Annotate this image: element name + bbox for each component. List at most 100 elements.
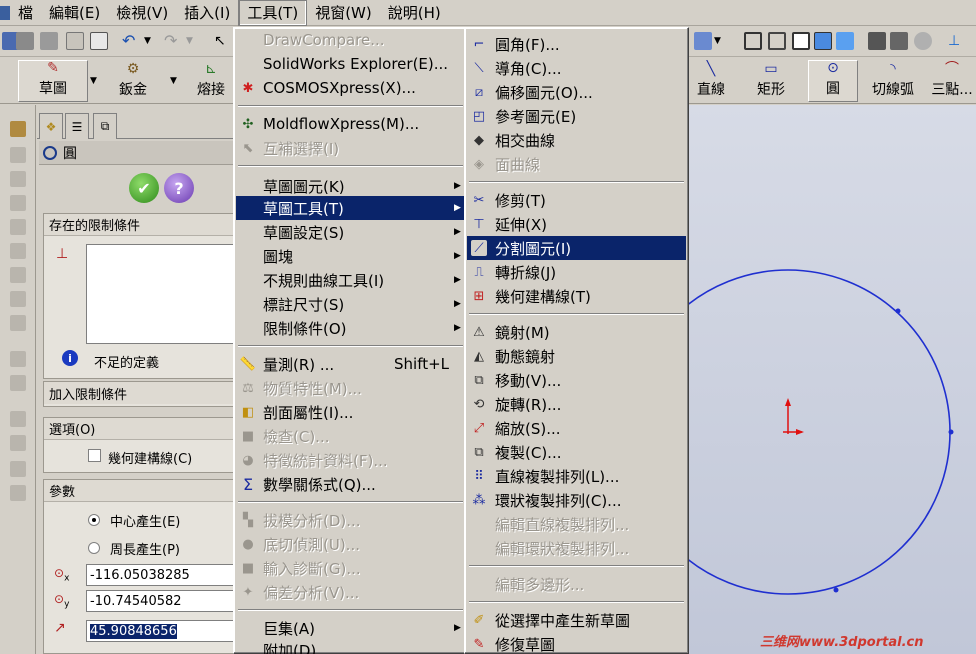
- menu-item-rotate[interactable]: ⟲ 旋轉(R)...: [467, 392, 686, 416]
- menu-tools[interactable]: 工具(T): [238, 0, 308, 26]
- wireframe-icon[interactable]: [744, 32, 762, 50]
- menu-item-add-ins[interactable]: 附加(D)...: [236, 640, 465, 654]
- chevron-down-icon[interactable]: ▼: [170, 76, 177, 86]
- menu-item-fillet[interactable]: ⌐ 圓角(F)...: [467, 32, 686, 56]
- cut-extrude-icon[interactable]: [10, 219, 26, 235]
- menu-item-chamfer[interactable]: ⟍ 導角(C)...: [467, 56, 686, 80]
- options-header[interactable]: 選項(O): [44, 418, 239, 440]
- sketch-canvas[interactable]: [625, 105, 976, 654]
- menu-item-edit-polygon[interactable]: 編輯多邊形...: [467, 572, 686, 596]
- menu-window[interactable]: 視窗(W): [307, 0, 380, 25]
- realview-icon[interactable]: [914, 32, 932, 50]
- tangent-arc-button[interactable]: ◝ 切線弧: [866, 60, 920, 102]
- center-x-field[interactable]: -116.05038285: [86, 564, 241, 586]
- menu-item-mass-properties[interactable]: ⚖ 物質特性(M)...: [236, 376, 465, 400]
- menu-item-linear-pattern[interactable]: ⠿ 直線複製排列(L)...: [467, 464, 686, 488]
- menu-item-intersection-curve[interactable]: ◆ 相交曲線: [467, 128, 686, 152]
- menu-item-extend[interactable]: ⊤ 延伸(X): [467, 212, 686, 236]
- menu-item-import-diagnostics[interactable]: ■ 輸入診斷(G)...: [236, 556, 465, 580]
- revolve-icon[interactable]: [10, 147, 26, 163]
- menu-item-construction-geometry[interactable]: ⊞ 幾何建構線(T): [467, 284, 686, 308]
- fillet-icon[interactable]: [10, 243, 26, 259]
- menu-item-trim[interactable]: ✂ 修剪(T): [467, 188, 686, 212]
- menu-item-face-curves[interactable]: ◈ 面曲線: [467, 152, 686, 176]
- loft-icon[interactable]: [10, 195, 26, 211]
- plane-icon[interactable]: [10, 461, 26, 477]
- shaded-edges-icon[interactable]: [814, 32, 832, 50]
- sketch-point[interactable]: [833, 587, 839, 593]
- hidden-lines-visible-icon[interactable]: [768, 32, 786, 50]
- graphics-area[interactable]: [625, 105, 976, 654]
- view-orientation-icon[interactable]: [694, 32, 712, 50]
- shadows-icon[interactable]: [868, 32, 886, 50]
- parameters-header[interactable]: 參數: [44, 480, 239, 502]
- menu-item-section-properties[interactable]: ◧ 剖面屬性(I)...: [236, 400, 465, 424]
- cut-icon[interactable]: [66, 32, 84, 50]
- menu-item-drawcompare[interactable]: DrawCompare...: [236, 28, 465, 52]
- perimeter-creation-radio[interactable]: [88, 542, 100, 554]
- menu-item-sketch-entities[interactable]: 草圖圖元(K) ▶: [236, 174, 465, 198]
- menu-item-scale[interactable]: ⤢ 縮放(S)...: [467, 416, 686, 440]
- radius-field[interactable]: 45.90848656: [86, 620, 241, 642]
- menu-item-measure[interactable]: 📏 量測(R) ... Shift+L: [236, 352, 465, 376]
- sketch-button[interactable]: ✎ 草圖: [18, 60, 88, 102]
- axis-icon[interactable]: [10, 485, 26, 501]
- menu-item-circular-pattern[interactable]: ⁂ 環狀複製排列(C)...: [467, 488, 686, 512]
- menu-insert[interactable]: 插入(I): [176, 0, 238, 25]
- menu-item-solidworks-explorer[interactable]: SolidWorks Explorer(E)...: [236, 52, 465, 76]
- feature-tree-tab[interactable]: ❖: [39, 113, 63, 139]
- construction-checkbox[interactable]: [88, 449, 101, 462]
- menu-item-convert-entities[interactable]: ◰ 參考圖元(E): [467, 104, 686, 128]
- line-button[interactable]: ╲ 直線: [688, 60, 734, 102]
- chamfer-icon[interactable]: [10, 267, 26, 283]
- select-icon[interactable]: ↖: [214, 32, 232, 50]
- print-icon[interactable]: [16, 32, 34, 50]
- relations-list[interactable]: [86, 244, 241, 344]
- dome-icon[interactable]: [10, 375, 26, 391]
- add-relations-header[interactable]: 加入限制條件: [44, 382, 239, 404]
- shell-icon[interactable]: [10, 291, 26, 307]
- menu-item-cosmosxpress[interactable]: ✱ COSMOSXpress(X)...: [236, 76, 465, 100]
- weldment-button[interactable]: ⊾ 熔接: [186, 60, 236, 102]
- menu-help[interactable]: 說明(H): [380, 0, 449, 25]
- menu-item-mirror[interactable]: ⚠ 鏡射(M): [467, 320, 686, 344]
- menu-item-jog-line[interactable]: ⎍ 轉折線(J): [467, 260, 686, 284]
- menu-file[interactable]: 檔: [16, 0, 41, 25]
- chevron-down-icon[interactable]: ▼: [186, 32, 204, 50]
- rectangle-button[interactable]: ▭ 矩形: [746, 60, 796, 102]
- chevron-down-icon[interactable]: ▼: [144, 32, 162, 50]
- undo-icon[interactable]: ↶: [122, 32, 140, 50]
- sketch-circle[interactable]: [625, 269, 951, 595]
- menu-view[interactable]: 檢視(V): [108, 0, 176, 25]
- menu-item-copy[interactable]: ⧉ 複製(C)...: [467, 440, 686, 464]
- menu-item-blocks[interactable]: 圖塊 ▶: [236, 244, 465, 268]
- menu-item-move[interactable]: ⧉ 移動(V)...: [467, 368, 686, 392]
- sweep-icon[interactable]: [10, 171, 26, 187]
- hidden-lines-removed-icon[interactable]: [792, 32, 810, 50]
- menu-item-undercut-detection[interactable]: ● 底切偵測(U)...: [236, 532, 465, 556]
- redo-icon[interactable]: ↷: [164, 32, 182, 50]
- center-y-field[interactable]: -10.74540582: [86, 590, 241, 612]
- section-view-icon[interactable]: [890, 32, 908, 50]
- rib-icon[interactable]: [10, 315, 26, 331]
- menu-item-repair-sketch[interactable]: ✎ 修復草圖: [467, 632, 686, 654]
- menu-item-sketch-from-selection[interactable]: ✐ 從選擇中產生新草圖: [467, 608, 686, 632]
- three-point-arc-button[interactable]: ⌒ 三點...: [928, 60, 976, 102]
- menu-item-draft-analysis[interactable]: ▚ 拔模分析(D)...: [236, 508, 465, 532]
- hole-icon[interactable]: [10, 351, 26, 367]
- sketch-point[interactable]: [948, 429, 954, 435]
- circle-button[interactable]: ⊙ 圓: [808, 60, 858, 102]
- menu-item-relations[interactable]: 限制條件(O) ▶: [236, 316, 465, 340]
- help-button[interactable]: ?: [164, 173, 194, 203]
- perspective-icon[interactable]: ⊥: [948, 32, 966, 50]
- menu-edit[interactable]: 編輯(E): [41, 0, 108, 25]
- menu-item-edit-circular-pattern[interactable]: 編輯環狀複製排列...: [467, 536, 686, 560]
- menu-item-check[interactable]: ■ 檢查(C)...: [236, 424, 465, 448]
- sketch-point[interactable]: [895, 308, 901, 314]
- sheetmetal-button[interactable]: ⚙ 鈑金: [100, 60, 166, 102]
- property-manager-tab[interactable]: ☰: [65, 113, 89, 139]
- configuration-tab[interactable]: ⧉: [93, 113, 117, 139]
- menu-item-select-other[interactable]: ⬉ 互補選擇(I): [236, 136, 465, 160]
- menu-item-split-entities[interactable]: ⟋ 分割圖元(I): [467, 236, 686, 260]
- mirror-feature-icon[interactable]: [10, 435, 26, 451]
